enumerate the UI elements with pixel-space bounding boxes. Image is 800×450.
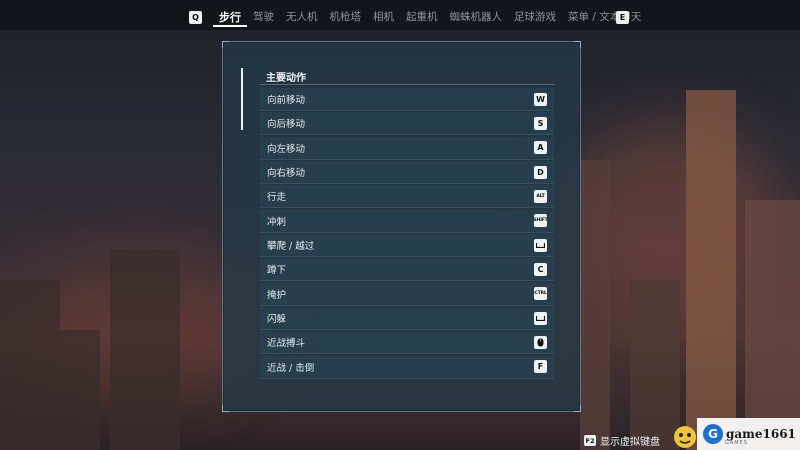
watermark-subtext: GAMES [725, 440, 748, 446]
action-label: 向后移动 [267, 119, 306, 131]
mascot-icon [674, 426, 696, 448]
action-label: 近战搏斗 [267, 338, 306, 350]
action-row[interactable]: 近战搏斗 [260, 331, 554, 355]
action-label: 攀爬 / 越过 [267, 241, 315, 253]
watermark-logo: G [703, 424, 723, 444]
space-key-icon[interactable] [534, 311, 547, 325]
key-c[interactable]: C [534, 262, 547, 276]
watermark: G game1661 GAMES [697, 418, 800, 450]
tab-3[interactable]: 机枪塔 [324, 9, 368, 27]
key-ctrl[interactable]: CTRL [534, 287, 547, 301]
tab-1[interactable]: 驾驶 [247, 9, 280, 27]
virtual-keyboard-hint[interactable]: F2 显示虚拟键盘 [584, 433, 660, 448]
action-row[interactable]: 掩护 CTRL [260, 282, 554, 306]
action-label: 掩护 [267, 289, 287, 301]
action-label: 向前移动 [267, 95, 306, 106]
action-label: 向左移动 [267, 143, 306, 155]
tab-2[interactable]: 无人机 [280, 9, 324, 27]
action-label: 蹲下 [267, 265, 287, 277]
mouse-button-icon[interactable] [534, 335, 547, 349]
tab-7[interactable]: 足球游戏 [508, 9, 562, 27]
action-label: 向右移动 [267, 168, 306, 180]
action-row[interactable]: 行走 ALT [260, 185, 554, 209]
action-row[interactable]: 向前移动 W [260, 88, 554, 111]
next-tab-key[interactable]: E [616, 11, 629, 24]
action-label: 闪躲 [267, 314, 287, 326]
action-row[interactable]: 蹲下 C [260, 258, 554, 282]
action-row[interactable]: 向右移动 D [260, 161, 554, 185]
section-divider [260, 84, 554, 85]
prev-tab-key[interactable]: Q [189, 11, 202, 24]
category-tabs: 步行 驾驶 无人机 机枪塔 相机 起重机 蜘蛛机器人 足球游戏 菜单 / 文本聊天 [213, 9, 647, 27]
key-a[interactable]: A [534, 141, 547, 155]
f2-key: F2 [584, 435, 596, 446]
action-row[interactable]: 近战 / 击倒 F [260, 355, 554, 379]
action-list: 向前移动 W 向后移动 S 向左移动 A 向右移动 D 行走 ALT 冲刺 SHIFT 攀爬 / 越过蹲… [260, 88, 554, 380]
action-label: 行走 [267, 192, 287, 204]
action-row[interactable]: 冲刺 SHIFT [260, 209, 554, 233]
virtual-keyboard-label: 显示虚拟键盘 [600, 437, 660, 448]
tab-0[interactable]: 步行 [213, 9, 247, 27]
action-label: 冲刺 [267, 216, 287, 228]
scrollbar[interactable] [241, 68, 243, 130]
watermark-text: game1661 [726, 427, 796, 441]
key-alt[interactable]: ALT [534, 189, 547, 203]
key-w[interactable]: W [534, 92, 547, 106]
action-row[interactable]: 向左移动 A [260, 136, 554, 160]
tab-4[interactable]: 相机 [367, 9, 400, 27]
tab-8[interactable]: 菜单 / 文本聊天 [562, 9, 647, 27]
key-s[interactable]: S [534, 116, 547, 130]
tab-5[interactable]: 起重机 [400, 9, 444, 27]
action-label: 近战 / 击倒 [267, 362, 315, 374]
action-row[interactable]: 向后移动 S [260, 112, 554, 136]
tab-6[interactable]: 蜘蛛机器人 [444, 9, 509, 27]
action-row[interactable]: 闪躲 [260, 307, 554, 331]
section-title: 主要动作 [266, 73, 306, 84]
key-shift[interactable]: SHIFT [533, 214, 548, 228]
space-key-icon[interactable] [534, 238, 547, 252]
key-f[interactable]: F [534, 360, 547, 374]
key-d[interactable]: D [534, 165, 547, 179]
action-row[interactable]: 攀爬 / 越过 [260, 234, 554, 258]
